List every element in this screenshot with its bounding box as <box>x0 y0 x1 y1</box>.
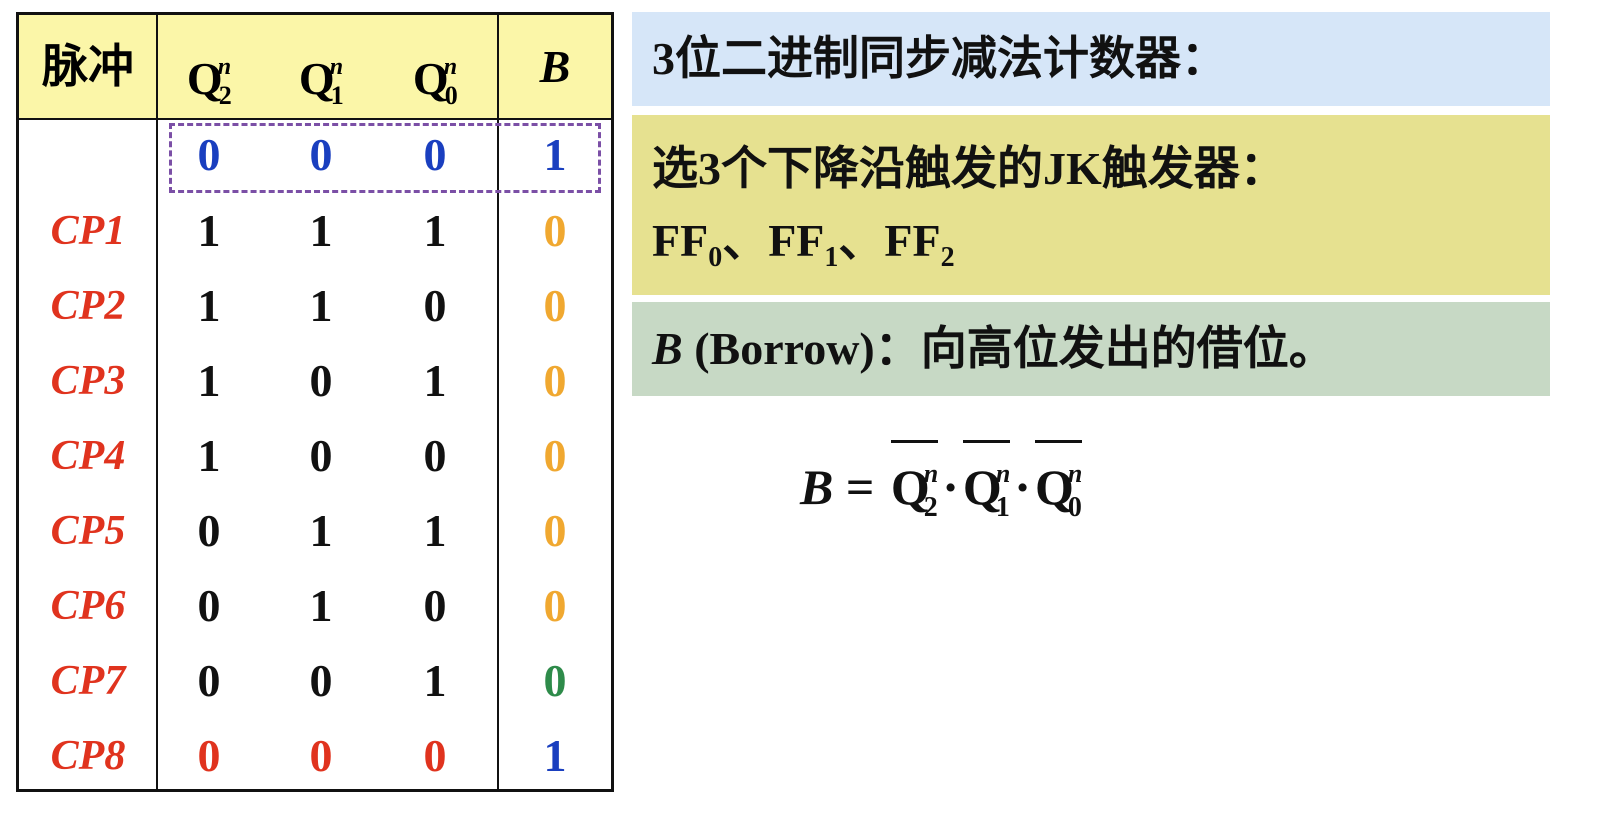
pulse-label: CP3 <box>50 358 126 404</box>
header-q0: Q0n <box>412 53 458 110</box>
truth-table: 脉冲 Q2n Q1n Q0n B 0 0 0 1 CP1 1 1 1 0 CP2 1 1 0 0 C… <box>16 12 614 792</box>
b-value: 0 <box>543 355 567 406</box>
header-q1: Q1n <box>298 53 344 110</box>
q2-value: 1 <box>197 430 221 481</box>
not-q2: Q2n <box>890 440 939 539</box>
pulse-label: CP1 <box>50 208 126 254</box>
q2-value: 0 <box>197 505 221 556</box>
q0-value: 1 <box>423 205 447 256</box>
q1-value: 0 <box>309 355 333 406</box>
not-q1: Q1n <box>962 440 1011 539</box>
flipflop-line2: FF0、FF1、FF2 <box>652 215 955 274</box>
q1-value: 1 <box>309 205 333 256</box>
header-pulse: 脉冲 <box>42 41 134 92</box>
q2-value: 0 <box>197 580 221 631</box>
b-value: 0 <box>543 505 567 556</box>
flipflop-line1: 选3个下降沿触发的JK触发器： <box>652 143 1286 194</box>
pulse-label: CP5 <box>50 508 126 554</box>
initial-q1: 0 <box>309 129 333 180</box>
borrow-symbol: B <box>652 323 683 374</box>
q1-value: 1 <box>309 505 333 556</box>
b-value: 0 <box>543 430 567 481</box>
borrow-box: B (Borrow)：向高位发出的借位。 <box>632 302 1550 396</box>
q2-value: 0 <box>197 730 221 781</box>
q1-value: 0 <box>309 655 333 706</box>
pulse-label: CP6 <box>50 583 126 629</box>
flipflop-box: 选3个下降沿触发的JK触发器： FF0、FF1、FF2 <box>632 115 1550 295</box>
initial-q0: 0 <box>423 129 447 180</box>
initial-b: 1 <box>543 129 567 180</box>
title-text: 3位二进制同步减法计数器： <box>652 33 1227 84</box>
table-header: 脉冲 Q2n Q1n Q0n B <box>19 15 611 120</box>
not-q0: Q0n <box>1034 440 1083 539</box>
q1-value: 1 <box>309 280 333 331</box>
borrow-text: (Borrow)：向高位发出的借位。 <box>682 323 1335 374</box>
header-b: B <box>539 41 571 92</box>
q0-value: 0 <box>423 280 447 331</box>
borrow-formula: B = Q2n·Q1n·Q0n <box>800 440 1086 539</box>
q1-value: 0 <box>309 430 333 481</box>
pulse-label: CP4 <box>50 433 126 479</box>
q1-value: 1 <box>309 580 333 631</box>
q2-value: 0 <box>197 655 221 706</box>
pulse-label: CP8 <box>50 733 126 779</box>
q2-value: 1 <box>197 205 221 256</box>
title-box: 3位二进制同步减法计数器： <box>632 12 1550 106</box>
b-value: 0 <box>543 205 567 256</box>
q0-value: 0 <box>423 580 447 631</box>
q0-value: 0 <box>423 430 447 481</box>
initial-q2: 0 <box>197 129 221 180</box>
q1-value: 0 <box>309 730 333 781</box>
q0-value: 1 <box>423 355 447 406</box>
b-value: 1 <box>543 730 567 781</box>
q0-value: 1 <box>423 655 447 706</box>
pulse-label: CP7 <box>50 658 126 704</box>
q0-value: 0 <box>423 730 447 781</box>
b-value: 0 <box>543 280 567 331</box>
b-value: 0 <box>543 580 567 631</box>
q2-value: 1 <box>197 280 221 331</box>
pulse-label: CP2 <box>50 283 126 329</box>
b-value: 0 <box>543 655 567 706</box>
header-q2: Q2n <box>186 53 232 110</box>
q2-value: 1 <box>197 355 221 406</box>
q0-value: 1 <box>423 505 447 556</box>
